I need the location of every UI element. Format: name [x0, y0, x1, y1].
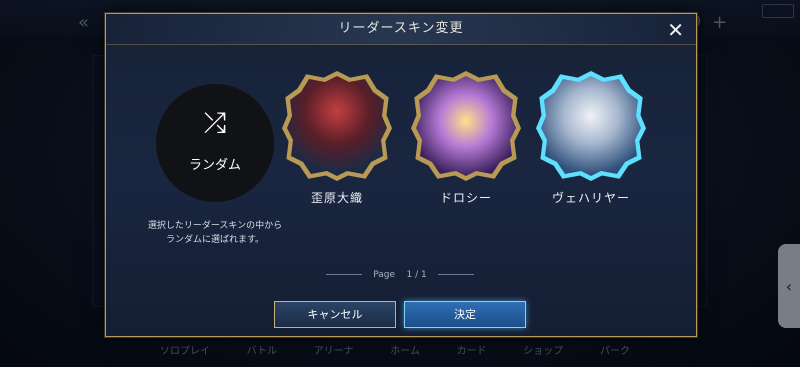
close-icon[interactable]: ✕: [667, 18, 684, 42]
portrait-frame: [282, 71, 392, 181]
pager-line: [437, 274, 474, 275]
option-char2[interactable]: ドロシー: [407, 71, 525, 206]
modal-title: リーダースキン変更: [106, 14, 696, 45]
char1-portrait: [287, 76, 387, 176]
random-label: ランダム: [188, 158, 241, 173]
option-char3[interactable]: ヴェハリヤー: [532, 71, 650, 206]
char2-portrait: [416, 76, 516, 176]
portrait-frame: [411, 71, 521, 181]
pager-current: 1: [406, 270, 413, 280]
pager-sep: /: [415, 270, 419, 280]
portrait-frame-selected: [536, 71, 646, 181]
pager: Page 1 / 1: [105, 270, 695, 280]
option-random[interactable]: ⤮ ランダム: [156, 84, 274, 202]
shuffle-icon: ⤮: [203, 106, 227, 139]
pager-line: [326, 274, 363, 275]
pager-total: 1: [421, 270, 427, 280]
cancel-button[interactable]: キャンセル: [274, 301, 396, 328]
option-char1[interactable]: 歪原大織: [278, 71, 396, 206]
random-description: 選択したリーダースキンの中から ランダムに選ばれます。: [147, 221, 283, 245]
char3-name: ヴェハリヤー: [551, 191, 630, 205]
char3-portrait: [541, 76, 641, 176]
confirm-button[interactable]: 決定: [404, 301, 526, 328]
pager-label: Page: [373, 270, 396, 280]
char2-name: ドロシー: [439, 191, 492, 205]
random-shape: ⤮ ランダム: [156, 84, 274, 202]
char1-name: 歪原大織: [310, 191, 363, 205]
